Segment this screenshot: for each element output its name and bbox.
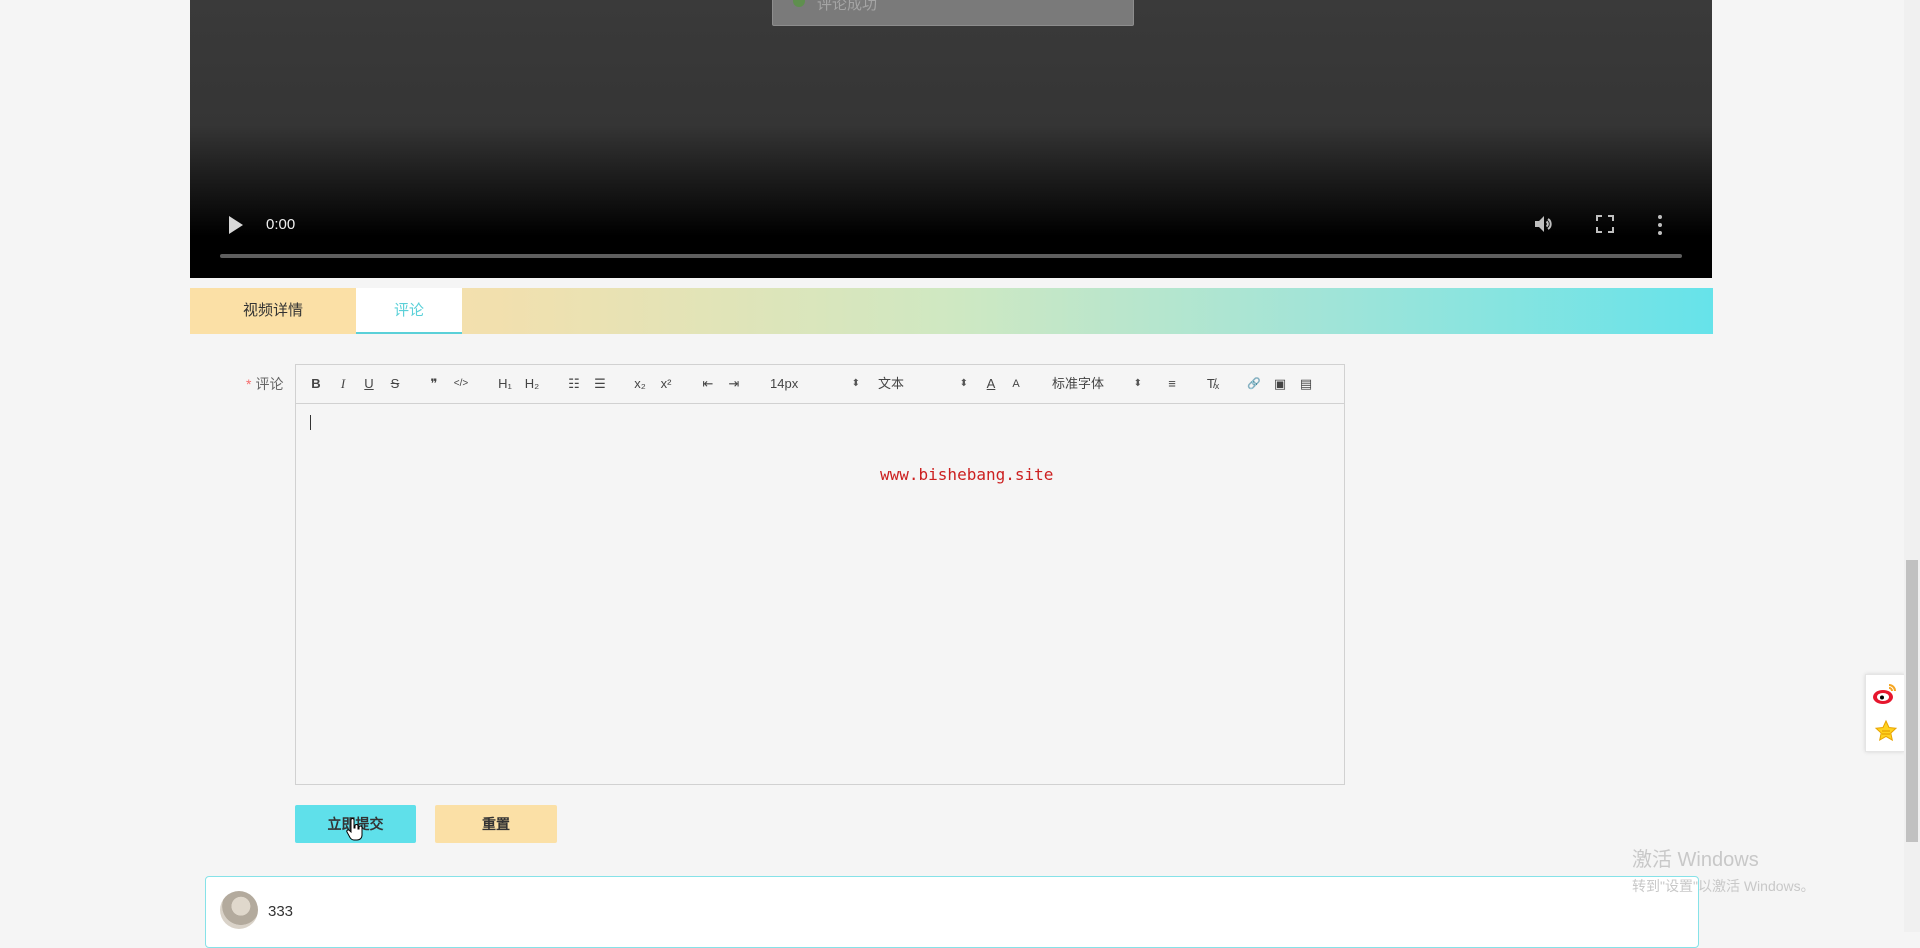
comment-field-label: * 评论	[246, 374, 283, 394]
hand-cursor-icon	[346, 818, 363, 841]
scrollbar-thumb[interactable]	[1906, 560, 1918, 842]
link-button[interactable]: 🔗	[1244, 373, 1264, 395]
comment-text: 333	[268, 903, 294, 920]
tab-video-details[interactable]: 视频详情	[190, 288, 356, 334]
code-button[interactable]: </>	[451, 373, 471, 395]
more-options-icon[interactable]	[1656, 214, 1664, 236]
video-progress-bar[interactable]	[220, 254, 1682, 258]
blockquote-button[interactable]: ❞	[424, 373, 444, 395]
sort-arrows-icon: ⬍	[1133, 378, 1142, 389]
background-color-button[interactable]: A	[1008, 373, 1024, 395]
strike-button[interactable]: S	[387, 373, 403, 395]
header-value: 文本	[878, 376, 905, 391]
header-select[interactable]: 文本 ⬍	[878, 373, 968, 395]
play-icon[interactable]	[229, 216, 243, 234]
toast-text: 评论成功	[817, 0, 878, 13]
superscript-button[interactable]: x²	[656, 373, 676, 395]
reset-button[interactable]: 重置	[435, 805, 557, 843]
video-player[interactable]: 评论成功 0:00	[190, 0, 1712, 278]
ordered-list-button[interactable]: ☷	[564, 373, 584, 395]
font-color-button[interactable]: A	[983, 373, 999, 395]
clean-format-button[interactable]: T̸ₓ	[1203, 373, 1223, 395]
h2-button[interactable]: H₂	[521, 373, 543, 395]
video-button[interactable]: ▤	[1296, 373, 1316, 395]
tab-comments[interactable]: 评论	[356, 288, 462, 334]
indent-button[interactable]: ⇥	[724, 373, 744, 395]
success-toast: 评论成功	[772, 0, 1134, 26]
rich-text-editor[interactable]: B I U S ❞ </> H₁ H₂ ☷ ☰ x₂ x² ⇤ ⇥ 14px ⬍…	[295, 364, 1345, 785]
outdent-button[interactable]: ⇤	[698, 373, 718, 395]
underline-button[interactable]: U	[361, 373, 377, 395]
windows-activation-notice: 激活 Windows 转到"设置"以激活 Windows。	[1632, 843, 1815, 896]
weibo-icon[interactable]	[1872, 681, 1898, 707]
font-size-value: 14px	[770, 376, 799, 391]
bold-button[interactable]: B	[308, 373, 324, 395]
text-caret	[310, 415, 311, 430]
comment-item: 333	[205, 876, 1699, 948]
italic-button[interactable]: I	[335, 373, 351, 395]
required-mark: *	[246, 376, 252, 392]
favorite-star-icon[interactable]	[1874, 719, 1898, 743]
video-time: 0:00	[266, 216, 296, 233]
tab-bar: 视频详情 评论	[190, 288, 1713, 334]
align-button[interactable]: ≡	[1162, 373, 1182, 395]
avatar	[220, 891, 258, 929]
bullet-list-button[interactable]: ☰	[590, 373, 610, 395]
h1-button[interactable]: H₁	[494, 373, 516, 395]
activation-title: 激活 Windows	[1632, 849, 1759, 871]
editor-toolbar: B I U S ❞ </> H₁ H₂ ☷ ☰ x₂ x² ⇤ ⇥ 14px ⬍…	[296, 365, 1344, 404]
activation-subtitle: 转到"设置"以激活 Windows。	[1632, 878, 1815, 894]
fullscreen-icon[interactable]	[1595, 214, 1615, 234]
font-family-select[interactable]: 标准字体 ⬍	[1052, 373, 1142, 395]
volume-icon[interactable]	[1532, 212, 1556, 236]
image-button[interactable]: ▣	[1270, 373, 1290, 395]
font-family-value: 标准字体	[1052, 376, 1105, 391]
check-circle-icon	[793, 0, 805, 7]
subscript-button[interactable]: x₂	[630, 373, 650, 395]
watermark-text: www.bishebang.site	[880, 465, 1054, 484]
sort-arrows-icon: ⬍	[959, 378, 968, 389]
sort-arrows-icon: ⬍	[851, 378, 860, 389]
comment-label-text: 评论	[255, 376, 284, 392]
font-size-select[interactable]: 14px ⬍	[770, 373, 860, 395]
share-widget	[1865, 674, 1905, 752]
